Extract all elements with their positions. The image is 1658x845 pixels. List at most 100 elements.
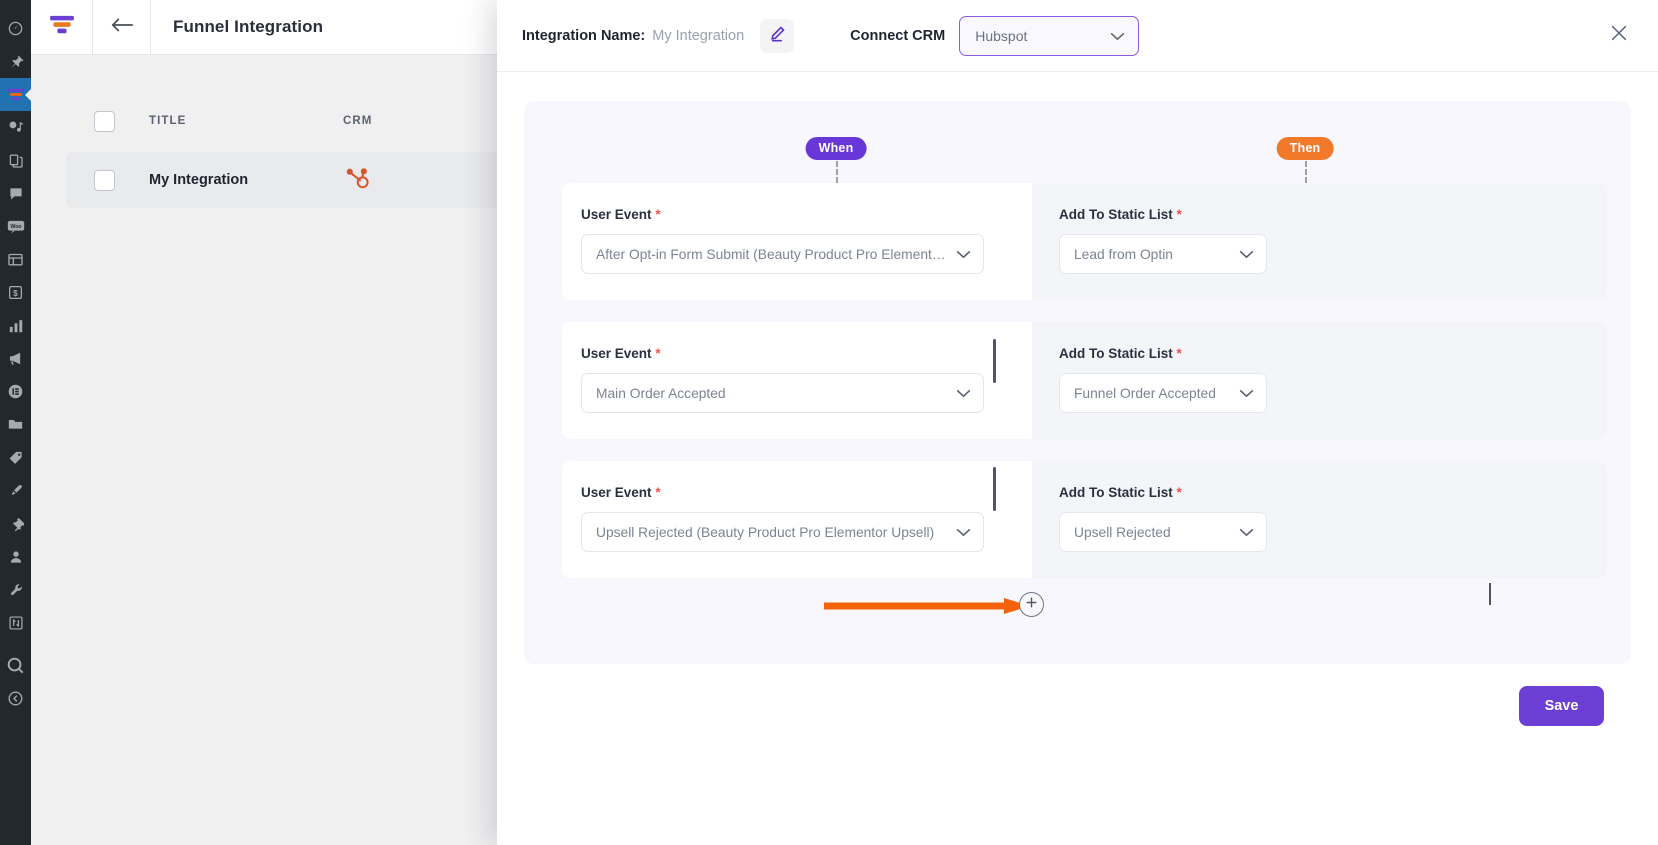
user-event-value: Upsell Rejected (Beauty Product Pro Elem… (596, 524, 935, 540)
row-connector-2 (993, 467, 996, 511)
static-list-label-text: Add To Static List (1059, 346, 1173, 361)
sidebar-item-media[interactable] (0, 111, 31, 144)
sidebar-item-funnel[interactable] (0, 78, 31, 111)
chevron-down-icon (956, 247, 971, 262)
pages-icon (8, 153, 24, 169)
sidebar-item-users[interactable] (0, 540, 31, 573)
static-list-value: Upsell Rejected (1074, 524, 1171, 540)
modal-body: When Then User Event * After Opt-in Form … (497, 72, 1658, 845)
rules-list: User Event * After Opt-in Form Submit (Be… (562, 183, 1607, 578)
settings-icon (8, 615, 24, 631)
close-icon (1609, 23, 1629, 48)
collapse-icon (7, 690, 24, 707)
sidebar-item-appearance[interactable] (0, 474, 31, 507)
badge-when-stem (836, 161, 838, 183)
user-event-label-text: User Event (581, 346, 652, 361)
sidebar-item-pin[interactable] (0, 45, 31, 78)
comments-icon (8, 186, 24, 202)
sidebar-item-elementor[interactable] (0, 375, 31, 408)
row-connector-1 (993, 339, 996, 383)
sidebar-item-marketing[interactable] (0, 342, 31, 375)
integration-name-label: Integration Name: (522, 27, 646, 44)
integration-name-value: My Integration (652, 27, 745, 44)
column-header-title: TITLE (149, 115, 187, 127)
badge-then: Then (1276, 137, 1334, 160)
tag-icon (8, 450, 24, 466)
back-button[interactable] (93, 0, 151, 55)
sidebar-item-tags[interactable] (0, 441, 31, 474)
svg-text:Woo: Woo (10, 223, 21, 229)
user-event-label: User Event * (581, 346, 1006, 361)
chevron-down-icon (1239, 247, 1254, 262)
tools-icon (8, 582, 24, 598)
badge-then-stem (1305, 161, 1307, 183)
rule-when-cell: User Event * Upsell Rejected (Beauty Prod… (562, 461, 1032, 578)
wordpress-admin-sidebar: Woo $ (0, 0, 31, 845)
chevron-down-icon (1239, 525, 1254, 540)
add-rule-button[interactable] (1019, 583, 1491, 617)
user-event-label: User Event * (581, 207, 1006, 222)
user-event-label: User Event * (581, 485, 1006, 500)
appearance-icon (8, 483, 24, 499)
modal-header: Integration Name: My Integration Connect… (497, 0, 1658, 72)
elementor-icon (7, 383, 24, 400)
crm-select-value: Hubspot (975, 27, 1028, 44)
edit-name-button[interactable] (760, 18, 795, 53)
required-marker: * (1176, 346, 1182, 361)
sidebar-item-pages[interactable] (0, 144, 31, 177)
rule-row: User Event * After Opt-in Form Submit (Be… (562, 183, 1607, 300)
user-event-value: After Opt-in Form Submit (Beauty Product… (596, 246, 948, 262)
app-logo[interactable] (31, 0, 93, 55)
row-title: My Integration (149, 172, 249, 188)
chevron-down-icon (956, 386, 971, 401)
static-list-value: Lead from Optin (1074, 246, 1173, 262)
pin-icon (8, 54, 24, 70)
sidebar-item-collapse[interactable] (0, 682, 31, 715)
static-list-select[interactable]: Lead from Optin (1059, 234, 1267, 274)
pencil-icon (768, 25, 786, 46)
row-checkbox[interactable] (94, 169, 115, 191)
sidebar-item-dashboard[interactable] (0, 12, 31, 45)
rule-then-cell: Add To Static List * Funnel Order Accepte… (1032, 322, 1607, 439)
user-event-select[interactable]: After Opt-in Form Submit (Beauty Product… (581, 234, 984, 274)
marketing-icon (7, 350, 24, 367)
close-modal-button[interactable] (1606, 23, 1632, 49)
sidebar-item-payments[interactable]: $ (0, 276, 31, 309)
hubspot-icon (343, 168, 370, 195)
sidebar-item-folder[interactable] (0, 408, 31, 441)
save-button[interactable]: Save (1519, 686, 1604, 726)
sidebar-item-comments[interactable] (0, 177, 31, 210)
payments-icon: $ (8, 285, 23, 300)
static-list-label: Add To Static List * (1059, 207, 1581, 222)
users-icon (8, 549, 24, 565)
static-list-label: Add To Static List * (1059, 485, 1581, 500)
crm-select[interactable]: Hubspot (959, 15, 1140, 56)
connect-crm-label: Connect CRM (850, 27, 946, 44)
modal-footer: Save (524, 664, 1631, 726)
static-list-value: Funnel Order Accepted (1074, 385, 1216, 401)
sidebar-item-woocommerce[interactable]: Woo (0, 210, 31, 243)
user-event-label-text: User Event (581, 207, 652, 222)
rule-row: User Event * Upsell Rejected (Beauty Prod… (562, 461, 1607, 578)
static-list-select[interactable]: Funnel Order Accepted (1059, 373, 1267, 413)
user-event-label-text: User Event (581, 485, 652, 500)
folder-icon (7, 417, 24, 432)
sidebar-item-plugins[interactable] (0, 507, 31, 540)
badge-when: When (805, 137, 867, 160)
rule-then-cell: Add To Static List * Lead from Optin (1032, 183, 1607, 300)
rule-then-cell: Add To Static List * Upsell Rejected (1032, 461, 1607, 578)
static-list-select[interactable]: Upsell Rejected (1059, 512, 1267, 552)
sidebar-item-products[interactable] (0, 243, 31, 276)
woo-icon: Woo (7, 219, 25, 235)
required-marker: * (1176, 485, 1182, 500)
sidebar-item-tools[interactable] (0, 573, 31, 606)
add-rule-row (562, 580, 1607, 630)
user-event-select[interactable]: Main Order Accepted (581, 373, 984, 413)
sidebar-item-analytics[interactable] (0, 309, 31, 342)
sidebar-item-settings[interactable] (0, 606, 31, 639)
add-rule-stem (1489, 583, 1491, 605)
sidebar-item-search[interactable] (0, 649, 31, 682)
select-all-checkbox[interactable] (94, 110, 115, 132)
rule-row: User Event * Main Order Accepted Add To St… (562, 322, 1607, 439)
user-event-select[interactable]: Upsell Rejected (Beauty Product Pro Elem… (581, 512, 984, 552)
